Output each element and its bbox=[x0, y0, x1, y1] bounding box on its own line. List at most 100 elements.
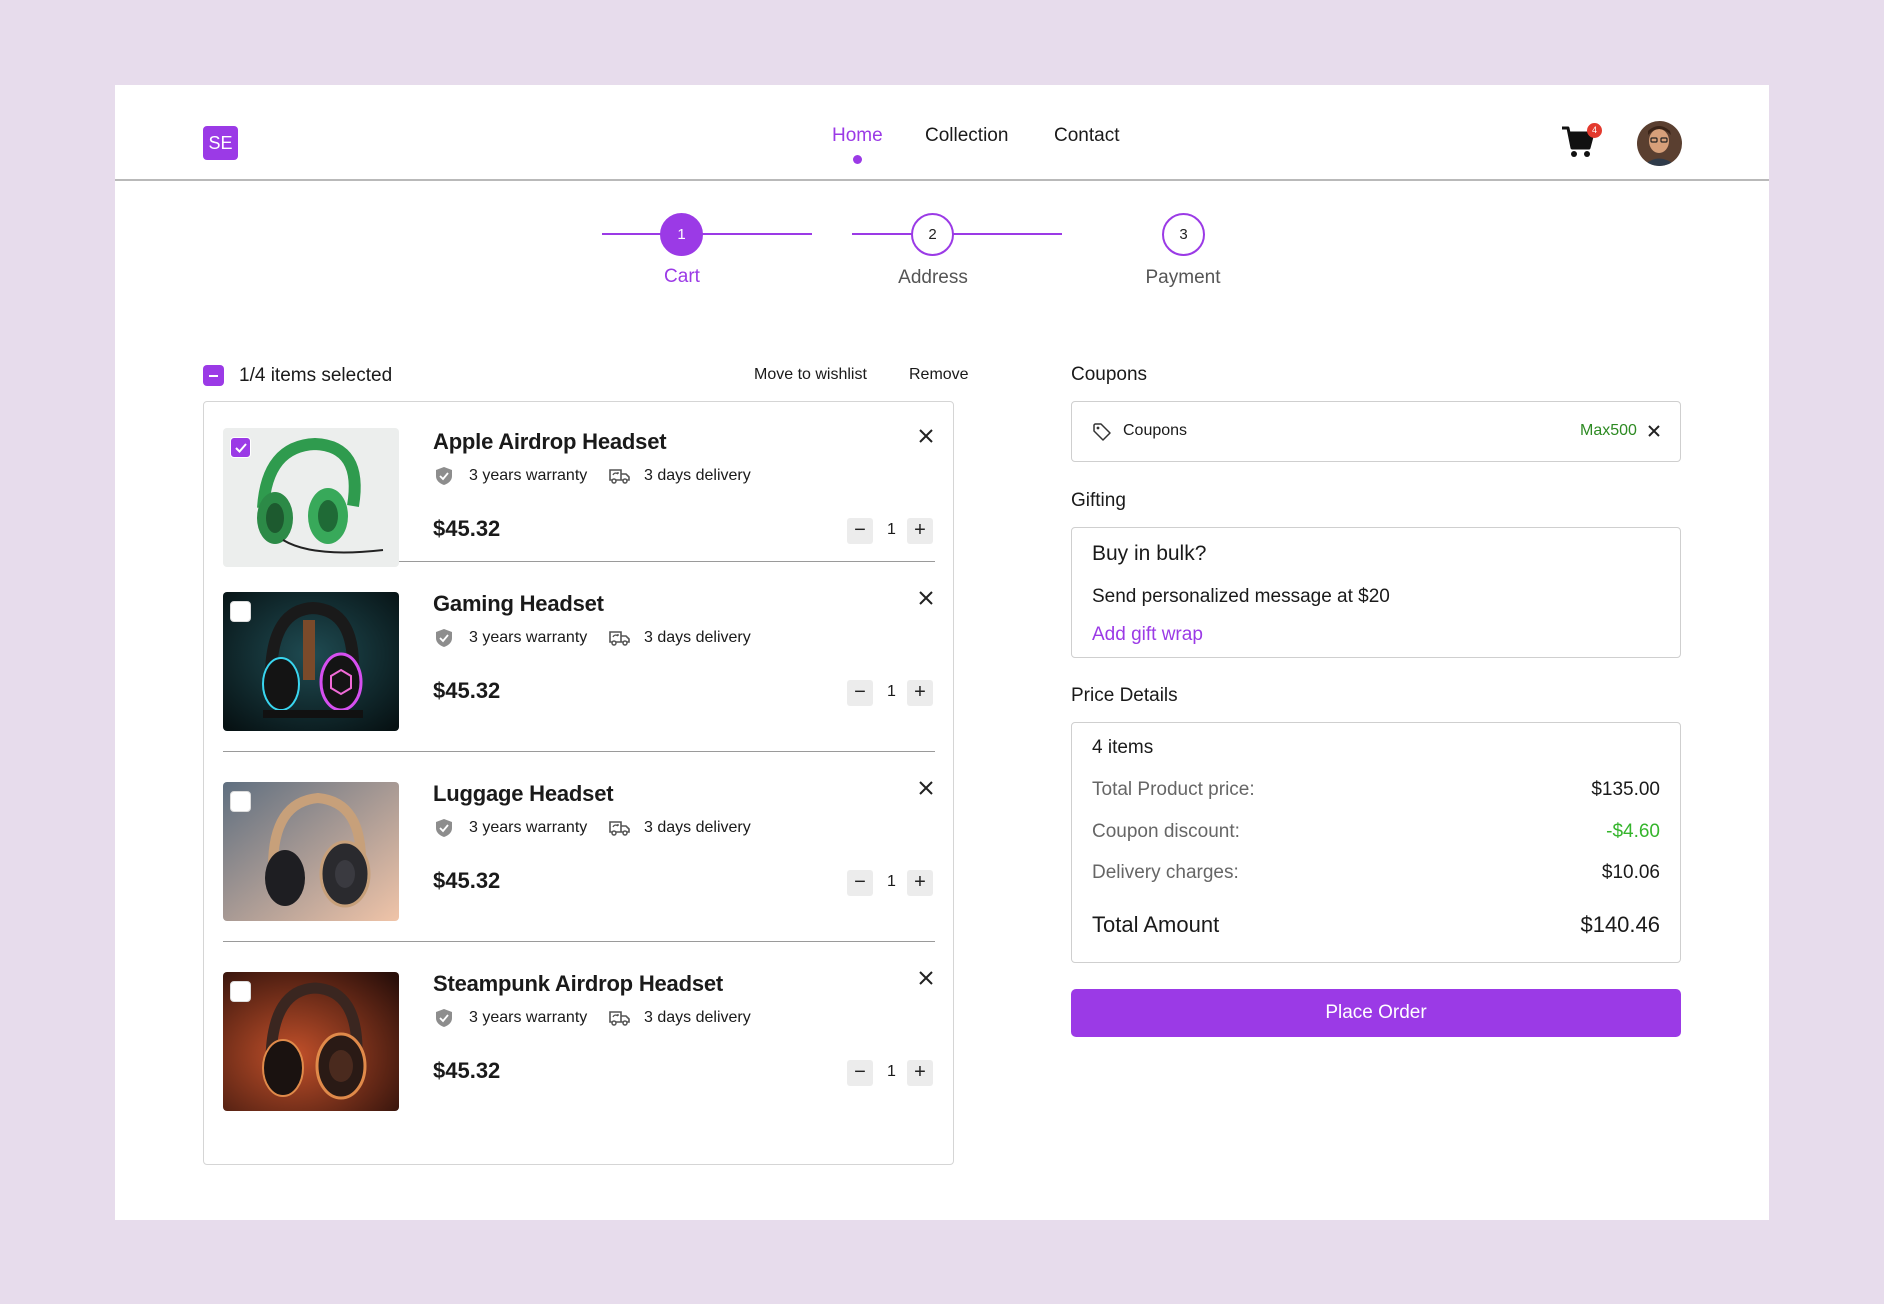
step-2-label: Address bbox=[898, 267, 968, 288]
top-navigation-bar: SE Home Collection Contact 4 bbox=[115, 85, 1769, 181]
step-2-circle[interactable]: 2 bbox=[911, 213, 954, 256]
quantity-value: 1 bbox=[887, 873, 896, 890]
decrease-quantity-button[interactable]: − bbox=[847, 680, 873, 706]
nav-collection-label: Collection bbox=[925, 125, 1009, 146]
delivery-info: 3 days delivery bbox=[608, 466, 751, 486]
increase-quantity-button[interactable]: + bbox=[907, 1060, 933, 1086]
product-name[interactable]: Luggage Headset bbox=[433, 781, 614, 807]
place-order-button[interactable]: Place Order bbox=[1071, 989, 1681, 1037]
personalized-message-text: Send personalized message at $20 bbox=[1092, 586, 1390, 607]
nav-contact[interactable]: Contact bbox=[1054, 125, 1119, 147]
selection-count: 1/4 items selected bbox=[239, 365, 393, 386]
product-name[interactable]: Apple Airdrop Headset bbox=[433, 429, 667, 455]
remove-item-button[interactable] bbox=[916, 968, 936, 988]
remove-item-button[interactable] bbox=[916, 426, 936, 446]
delivery-info: 3 days delivery bbox=[608, 1008, 751, 1028]
bulk-question: Buy in bulk? bbox=[1092, 542, 1207, 565]
cart-item: Apple Airdrop Headset 3 years warranty 3… bbox=[223, 402, 936, 567]
product-price: $45.32 bbox=[433, 1058, 501, 1083]
price-row-total-product: Total Product price: $135.00 bbox=[1092, 779, 1660, 801]
increase-quantity-button[interactable]: + bbox=[907, 680, 933, 706]
shield-check-icon bbox=[433, 466, 455, 486]
item-checkbox[interactable] bbox=[230, 981, 251, 1002]
applied-coupon-code: Max500 bbox=[1580, 422, 1637, 439]
cart-selection-bar: 1/4 items selected Move to wishlist Remo… bbox=[203, 363, 969, 393]
remove-item-button[interactable] bbox=[916, 588, 936, 608]
step-connector bbox=[602, 233, 812, 235]
decrease-quantity-button[interactable]: − bbox=[847, 1060, 873, 1086]
delivery-text: 3 days delivery bbox=[644, 467, 751, 484]
price-row-value: $135.00 bbox=[1591, 779, 1660, 800]
price-details-panel: 4 items Total Product price: $135.00 Cou… bbox=[1071, 722, 1681, 963]
cart-item: Gaming Headset 3 years warranty 3 days d… bbox=[223, 591, 937, 752]
product-image[interactable] bbox=[223, 428, 399, 567]
shield-check-icon bbox=[433, 818, 455, 838]
cart-item: Steampunk Airdrop Headset 3 years warran… bbox=[223, 971, 937, 1132]
item-count: 4 items bbox=[1092, 737, 1154, 758]
active-indicator-dot bbox=[853, 155, 863, 164]
close-icon bbox=[919, 591, 933, 605]
cart-count-badge: 4 bbox=[1587, 123, 1602, 138]
cart-item: Luggage Headset 3 years warranty 3 days … bbox=[223, 781, 937, 942]
warranty-text: 3 years warranty bbox=[469, 629, 588, 646]
quantity-stepper: − 1 + bbox=[847, 1060, 937, 1086]
increase-quantity-button[interactable]: + bbox=[907, 870, 933, 896]
step-1-circle[interactable]: 1 bbox=[660, 213, 703, 256]
remove-item-button[interactable] bbox=[916, 778, 936, 798]
nav-home-label: Home bbox=[832, 125, 883, 146]
user-avatar[interactable] bbox=[1637, 121, 1682, 166]
user-avatar-icon bbox=[1637, 121, 1682, 166]
remove-coupon-button[interactable] bbox=[1646, 423, 1662, 439]
increase-quantity-button[interactable]: + bbox=[907, 518, 933, 544]
nav-collection[interactable]: Collection bbox=[925, 125, 1008, 147]
nav-home[interactable]: Home bbox=[832, 125, 883, 164]
delivery-truck-icon bbox=[608, 466, 630, 486]
remove-button[interactable]: Remove bbox=[909, 366, 969, 384]
quantity-stepper: − 1 + bbox=[847, 680, 937, 706]
step-3-label: Payment bbox=[1145, 267, 1221, 288]
warranty-info: 3 years warranty bbox=[433, 628, 587, 648]
close-icon bbox=[919, 781, 933, 795]
price-row-value: $10.06 bbox=[1601, 862, 1660, 883]
coupon-field[interactable]: Coupons Max500 bbox=[1071, 401, 1681, 462]
price-details-heading: Price Details bbox=[1071, 685, 1178, 706]
select-all-checkbox[interactable] bbox=[203, 365, 224, 386]
coupon-label: Coupons bbox=[1123, 422, 1188, 439]
warranty-info: 3 years warranty bbox=[433, 1008, 587, 1028]
add-gift-wrap-link[interactable]: Add gift wrap bbox=[1092, 624, 1203, 646]
product-image[interactable] bbox=[223, 972, 399, 1111]
move-to-wishlist-button[interactable]: Move to wishlist bbox=[754, 366, 867, 384]
product-name[interactable]: Gaming Headset bbox=[433, 591, 604, 617]
close-icon bbox=[919, 429, 933, 443]
step-3-circle[interactable]: 3 bbox=[1162, 213, 1205, 256]
item-checkbox[interactable] bbox=[230, 601, 251, 622]
gifting-panel: Buy in bulk? Send personalized message a… bbox=[1071, 527, 1681, 658]
delivery-text: 3 days delivery bbox=[644, 629, 751, 646]
product-image[interactable] bbox=[223, 782, 399, 921]
step-connector bbox=[852, 233, 1062, 235]
coupons-heading: Coupons bbox=[1071, 364, 1148, 385]
quantity-stepper: − 1 + bbox=[847, 870, 937, 896]
product-price: $45.32 bbox=[433, 868, 501, 893]
delivery-truck-icon bbox=[608, 1008, 630, 1028]
warranty-info: 3 years warranty bbox=[433, 466, 587, 486]
main-nav: Home Collection Contact bbox=[115, 125, 1769, 165]
gifting-heading: Gifting bbox=[1071, 490, 1126, 511]
tag-icon bbox=[1092, 422, 1112, 447]
decrease-quantity-button[interactable]: − bbox=[847, 870, 873, 896]
quantity-value: 1 bbox=[887, 1063, 896, 1080]
delivery-info: 3 days delivery bbox=[608, 818, 751, 838]
product-image[interactable] bbox=[223, 592, 399, 731]
warranty-text: 3 years warranty bbox=[469, 467, 588, 484]
price-row-label: Coupon discount: bbox=[1092, 821, 1240, 842]
product-name[interactable]: Steampunk Airdrop Headset bbox=[433, 971, 723, 997]
delivery-truck-icon bbox=[608, 628, 630, 648]
product-price: $45.32 bbox=[433, 678, 501, 703]
cart-button[interactable]: 4 bbox=[1560, 122, 1602, 162]
delivery-text: 3 days delivery bbox=[644, 819, 751, 836]
cart-items-list: Apple Airdrop Headset 3 years warranty 3… bbox=[203, 401, 954, 1165]
nav-contact-label: Contact bbox=[1054, 125, 1120, 146]
decrease-quantity-button[interactable]: − bbox=[847, 518, 873, 544]
item-checkbox[interactable] bbox=[230, 791, 251, 812]
item-checkbox[interactable] bbox=[230, 437, 251, 458]
